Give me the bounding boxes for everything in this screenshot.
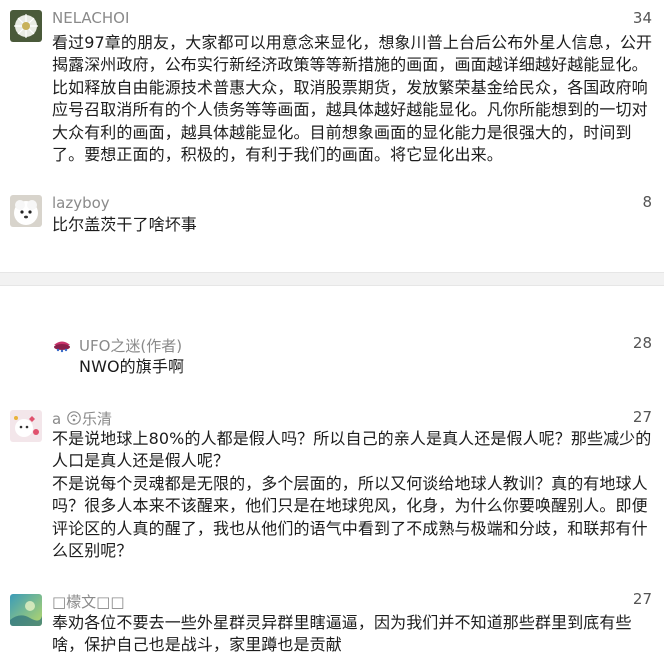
reply-text: NWO的旗手啊 [79, 357, 185, 376]
comment-author[interactable]: lazyboy [52, 194, 110, 212]
like-count[interactable]: 27 [633, 408, 652, 426]
comment-item: □檬文□□ 27 奉劝各位不要去一些外星群灵异群里瞎逼逼，因为我们并不知道那些群… [0, 590, 664, 661]
comment-item: lazyboy 8 比尔盖茨干了啥坏事 [0, 190, 664, 250]
section-divider [0, 272, 664, 286]
comment-paragraph: 不是说地球上80%的人都是假人吗？所以自己的亲人是真人还是假人呢？那些减少的人口… [52, 429, 652, 471]
reply-item: UFO之迷(作者) 28 NWO的旗手啊 [0, 330, 664, 380]
comment-text: 看过97章的朋友，大家都可以用意念来显化，想象川普上台后公布外星人信息，公开揭露… [52, 33, 653, 165]
comment-author[interactable]: NELACHOI [52, 9, 129, 27]
comment-text: 比尔盖茨干了啥坏事 [52, 215, 197, 234]
like-count[interactable]: 34 [633, 9, 652, 27]
avatar[interactable] [10, 410, 42, 442]
comment-text: 不是说地球上80%的人都是假人吗？所以自己的亲人是真人还是假人呢？那些减少的人口… [52, 428, 654, 562]
comment-paragraph: 不是说每个灵魂都是无限的，多个层面的，所以又何谈给地球人教训？真的有地球人吗？很… [52, 473, 648, 561]
avatar[interactable] [10, 195, 42, 227]
avatar[interactable] [10, 10, 42, 42]
comment-author[interactable]: □檬文□□ [52, 591, 125, 612]
comment-item: NELACHOI 34 看过97章的朋友，大家都可以用意念来显化，想象川普上台后… [0, 0, 664, 180]
author-prefix: a [52, 410, 62, 428]
reply-author[interactable]: UFO之迷(作者) [79, 335, 182, 356]
like-count[interactable]: 28 [633, 334, 652, 352]
flower-icon [66, 410, 82, 430]
like-count[interactable]: 27 [633, 590, 652, 608]
comment-item: a 乐清 27 不是说地球上80%的人都是假人吗？所以自己的亲人是真人还是假人呢… [0, 406, 664, 566]
comment-author[interactable]: a 乐清 [52, 408, 112, 430]
comment-text: 奉劝各位不要去一些外星群灵异群里瞎逼逼，因为我们并不知道那些群里到底有些啥，保护… [52, 613, 632, 655]
like-count[interactable]: 8 [642, 193, 652, 211]
author-name: 乐清 [81, 410, 112, 428]
avatar[interactable] [52, 336, 72, 356]
avatar[interactable] [10, 594, 42, 626]
